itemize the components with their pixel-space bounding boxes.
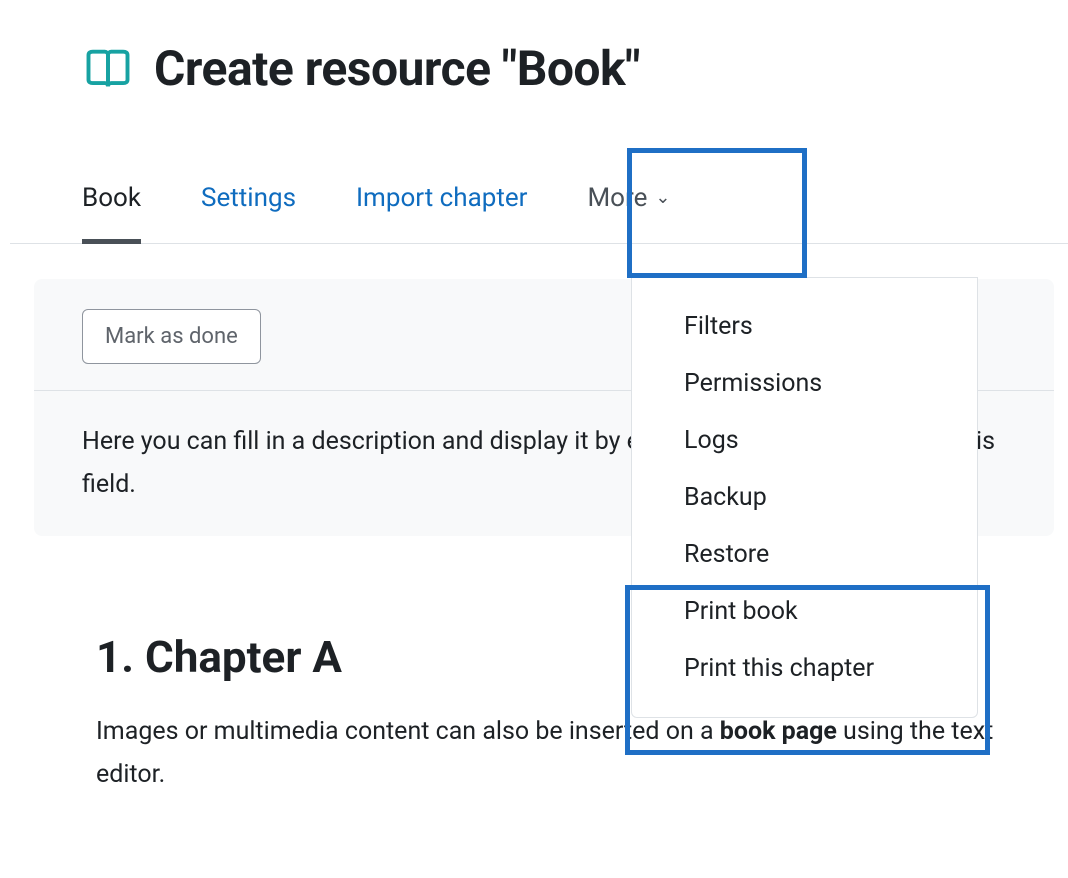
- book-icon: [82, 43, 134, 95]
- dropdown-item-permissions[interactable]: Permissions: [632, 355, 977, 412]
- dropdown-item-print-this-chapter[interactable]: Print this chapter: [632, 640, 977, 697]
- tab-book[interactable]: Book: [82, 157, 141, 243]
- chapter-text-pre: Images or multimedia content can also be…: [96, 717, 720, 746]
- chapter-text-bold: book page: [720, 717, 837, 746]
- chapter-body: Images or multimedia content can also be…: [96, 711, 1068, 796]
- dropdown-item-backup[interactable]: Backup: [632, 469, 977, 526]
- tab-import-chapter[interactable]: Import chapter: [356, 157, 527, 243]
- mark-as-done-button[interactable]: Mark as done: [82, 309, 261, 364]
- dropdown-item-filters[interactable]: Filters: [632, 298, 977, 355]
- tab-more[interactable]: More ⌄: [587, 157, 670, 243]
- page-title: Create resource "Book": [154, 40, 640, 97]
- dropdown-item-print-book[interactable]: Print book: [632, 583, 977, 640]
- tab-more-label: More: [587, 183, 647, 213]
- page-header: Create resource "Book": [82, 40, 1068, 97]
- dropdown-item-logs[interactable]: Logs: [632, 412, 977, 469]
- dropdown-item-restore[interactable]: Restore: [632, 526, 977, 583]
- chevron-down-icon: ⌄: [655, 189, 670, 207]
- tab-settings[interactable]: Settings: [201, 157, 296, 243]
- more-dropdown: Filters Permissions Logs Backup Restore …: [631, 277, 978, 718]
- tab-bar: Book Settings Import chapter More ⌄: [10, 157, 1068, 244]
